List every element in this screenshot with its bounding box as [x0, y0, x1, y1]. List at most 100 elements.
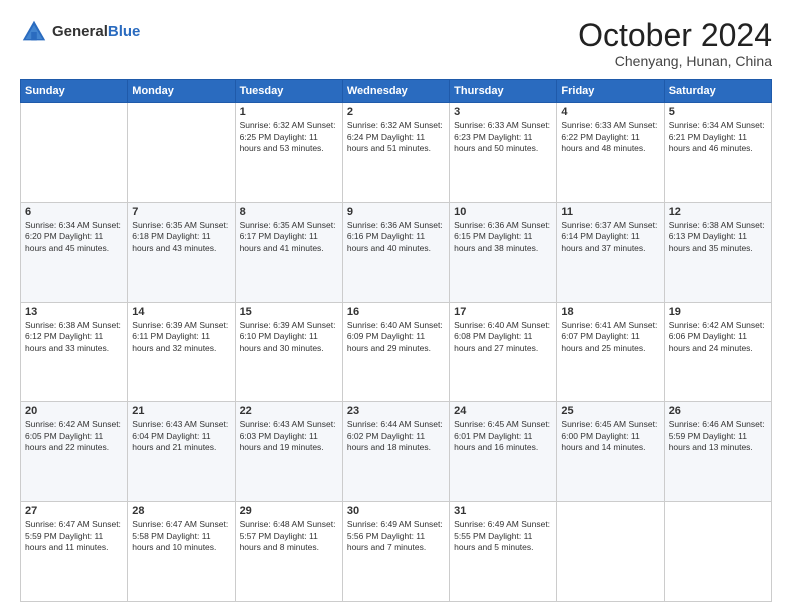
calendar-cell: 19Sunrise: 6:42 AM Sunset: 6:06 PM Dayli… — [664, 302, 771, 402]
day-number: 21 — [132, 405, 230, 417]
title-block: October 2024 Chenyang, Hunan, China — [578, 18, 772, 69]
cell-info: Sunrise: 6:47 AM Sunset: 5:59 PM Dayligh… — [25, 519, 123, 553]
day-number: 19 — [669, 306, 767, 318]
calendar-cell: 12 Sunrise: 6:38 AM Sunset: 6:13 PM Dayli… — [664, 202, 771, 302]
day-number: 16 — [347, 306, 445, 318]
calendar-week-row: 6 Sunrise: 6:34 AM Sunset: 6:20 PM Daylig… — [21, 202, 772, 302]
day-number: 8 — [240, 206, 338, 218]
calendar-cell — [664, 502, 771, 602]
calendar-cell: 24 Sunrise: 6:45 AM Sunset: 6:01 PM Dayli… — [450, 402, 557, 502]
day-number: 26 — [669, 405, 767, 417]
calendar-week-row: 13 Sunrise: 6:38 AM Sunset: 6:12 PM Dayli… — [21, 302, 772, 402]
logo-blue: Blue — [108, 23, 141, 40]
cell-info: Sunrise: 6:45 AM Sunset: 6:01 PM Dayligh… — [454, 419, 552, 453]
cell-info: Sunrise: 6:49 AM Sunset: 5:56 PM Dayligh… — [347, 519, 445, 553]
calendar-cell: 9Sunrise: 6:36 AM Sunset: 6:16 PM Daylig… — [342, 202, 449, 302]
day-header-thursday: Thursday — [450, 80, 557, 103]
day-number: 27 — [25, 505, 123, 517]
calendar-week-row: 1Sunrise: 6:32 AM Sunset: 6:25 PM Daylig… — [21, 103, 772, 203]
day-number: 14 — [132, 306, 230, 318]
cell-info: Sunrise: 6:32 AM Sunset: 6:24 PM Dayligh… — [347, 120, 445, 154]
day-number: 10 — [454, 206, 552, 218]
day-number: 9 — [347, 206, 445, 218]
cell-info: Sunrise: 6:38 AM Sunset: 6:12 PM Dayligh… — [25, 320, 123, 354]
calendar-cell — [21, 103, 128, 203]
calendar-cell: 20Sunrise: 6:42 AM Sunset: 6:05 PM Dayli… — [21, 402, 128, 502]
logo-general: General — [52, 23, 108, 40]
calendar-cell: 2 Sunrise: 6:32 AM Sunset: 6:24 PM Daylig… — [342, 103, 449, 203]
day-header-saturday: Saturday — [664, 80, 771, 103]
calendar-cell: 26 Sunrise: 6:46 AM Sunset: 5:59 PM Dayli… — [664, 402, 771, 502]
cell-info: Sunrise: 6:48 AM Sunset: 5:57 PM Dayligh… — [240, 519, 338, 553]
day-number: 24 — [454, 405, 552, 417]
month-title: October 2024 — [578, 18, 772, 53]
day-number: 6 — [25, 206, 123, 218]
cell-info: Sunrise: 6:37 AM Sunset: 6:14 PM Dayligh… — [561, 220, 659, 254]
day-header-monday: Monday — [128, 80, 235, 103]
calendar-cell: 17 Sunrise: 6:40 AM Sunset: 6:08 PM Dayli… — [450, 302, 557, 402]
cell-info: Sunrise: 6:32 AM Sunset: 6:25 PM Dayligh… — [240, 120, 338, 154]
calendar-cell: 25 Sunrise: 6:45 AM Sunset: 6:00 PM Dayli… — [557, 402, 664, 502]
day-number: 22 — [240, 405, 338, 417]
calendar-cell: 6 Sunrise: 6:34 AM Sunset: 6:20 PM Daylig… — [21, 202, 128, 302]
cell-info: Sunrise: 6:39 AM Sunset: 6:10 PM Dayligh… — [240, 320, 338, 354]
day-number: 25 — [561, 405, 659, 417]
calendar-cell: 5Sunrise: 6:34 AM Sunset: 6:21 PM Daylig… — [664, 103, 771, 203]
calendar-cell: 27 Sunrise: 6:47 AM Sunset: 5:59 PM Dayli… — [21, 502, 128, 602]
cell-info: Sunrise: 6:35 AM Sunset: 6:17 PM Dayligh… — [240, 220, 338, 254]
cell-info: Sunrise: 6:49 AM Sunset: 5:55 PM Dayligh… — [454, 519, 552, 553]
calendar-cell — [128, 103, 235, 203]
calendar-week-row: 27 Sunrise: 6:47 AM Sunset: 5:59 PM Dayli… — [21, 502, 772, 602]
cell-info: Sunrise: 6:38 AM Sunset: 6:13 PM Dayligh… — [669, 220, 767, 254]
calendar-cell: 31 Sunrise: 6:49 AM Sunset: 5:55 PM Dayli… — [450, 502, 557, 602]
calendar-cell: 28Sunrise: 6:47 AM Sunset: 5:58 PM Dayli… — [128, 502, 235, 602]
calendar-cell: 22 Sunrise: 6:43 AM Sunset: 6:03 PM Dayli… — [235, 402, 342, 502]
day-number: 5 — [669, 106, 767, 118]
calendar-cell: 23Sunrise: 6:44 AM Sunset: 6:02 PM Dayli… — [342, 402, 449, 502]
day-number: 3 — [454, 106, 552, 118]
day-number: 29 — [240, 505, 338, 517]
calendar-cell: 29 Sunrise: 6:48 AM Sunset: 5:57 PM Dayli… — [235, 502, 342, 602]
calendar-cell: 21 Sunrise: 6:43 AM Sunset: 6:04 PM Dayli… — [128, 402, 235, 502]
day-number: 15 — [240, 306, 338, 318]
day-number: 12 — [669, 206, 767, 218]
calendar-cell: 8 Sunrise: 6:35 AM Sunset: 6:17 PM Daylig… — [235, 202, 342, 302]
day-header-sunday: Sunday — [21, 80, 128, 103]
calendar-cell: 7Sunrise: 6:35 AM Sunset: 6:18 PM Daylig… — [128, 202, 235, 302]
day-number: 4 — [561, 106, 659, 118]
cell-info: Sunrise: 6:34 AM Sunset: 6:20 PM Dayligh… — [25, 220, 123, 254]
day-number: 13 — [25, 306, 123, 318]
cell-info: Sunrise: 6:43 AM Sunset: 6:04 PM Dayligh… — [132, 419, 230, 453]
calendar-cell: 1Sunrise: 6:32 AM Sunset: 6:25 PM Daylig… — [235, 103, 342, 203]
calendar-cell: 30Sunrise: 6:49 AM Sunset: 5:56 PM Dayli… — [342, 502, 449, 602]
location-title: Chenyang, Hunan, China — [578, 53, 772, 69]
calendar-cell: 15 Sunrise: 6:39 AM Sunset: 6:10 PM Dayli… — [235, 302, 342, 402]
day-number: 31 — [454, 505, 552, 517]
cell-info: Sunrise: 6:46 AM Sunset: 5:59 PM Dayligh… — [669, 419, 767, 453]
calendar-week-row: 20Sunrise: 6:42 AM Sunset: 6:05 PM Dayli… — [21, 402, 772, 502]
day-number: 2 — [347, 106, 445, 118]
logo-text: GeneralBlue — [52, 23, 140, 41]
logo-icon — [20, 18, 48, 46]
day-header-wednesday: Wednesday — [342, 80, 449, 103]
calendar-table: SundayMondayTuesdayWednesdayThursdayFrid… — [20, 79, 772, 602]
calendar-cell: 11Sunrise: 6:37 AM Sunset: 6:14 PM Dayli… — [557, 202, 664, 302]
cell-info: Sunrise: 6:43 AM Sunset: 6:03 PM Dayligh… — [240, 419, 338, 453]
cell-info: Sunrise: 6:45 AM Sunset: 6:00 PM Dayligh… — [561, 419, 659, 453]
calendar-cell: 14 Sunrise: 6:39 AM Sunset: 6:11 PM Dayli… — [128, 302, 235, 402]
calendar-cell: 13 Sunrise: 6:38 AM Sunset: 6:12 PM Dayli… — [21, 302, 128, 402]
day-header-tuesday: Tuesday — [235, 80, 342, 103]
cell-info: Sunrise: 6:35 AM Sunset: 6:18 PM Dayligh… — [132, 220, 230, 254]
calendar-cell: 18Sunrise: 6:41 AM Sunset: 6:07 PM Dayli… — [557, 302, 664, 402]
day-number: 17 — [454, 306, 552, 318]
day-number: 20 — [25, 405, 123, 417]
calendar-cell — [557, 502, 664, 602]
day-number: 23 — [347, 405, 445, 417]
cell-info: Sunrise: 6:40 AM Sunset: 6:08 PM Dayligh… — [454, 320, 552, 354]
calendar-header-row: SundayMondayTuesdayWednesdayThursdayFrid… — [21, 80, 772, 103]
calendar-cell: 4Sunrise: 6:33 AM Sunset: 6:22 PM Daylig… — [557, 103, 664, 203]
cell-info: Sunrise: 6:39 AM Sunset: 6:11 PM Dayligh… — [132, 320, 230, 354]
day-number: 18 — [561, 306, 659, 318]
day-number: 28 — [132, 505, 230, 517]
logo: GeneralBlue — [20, 18, 140, 46]
